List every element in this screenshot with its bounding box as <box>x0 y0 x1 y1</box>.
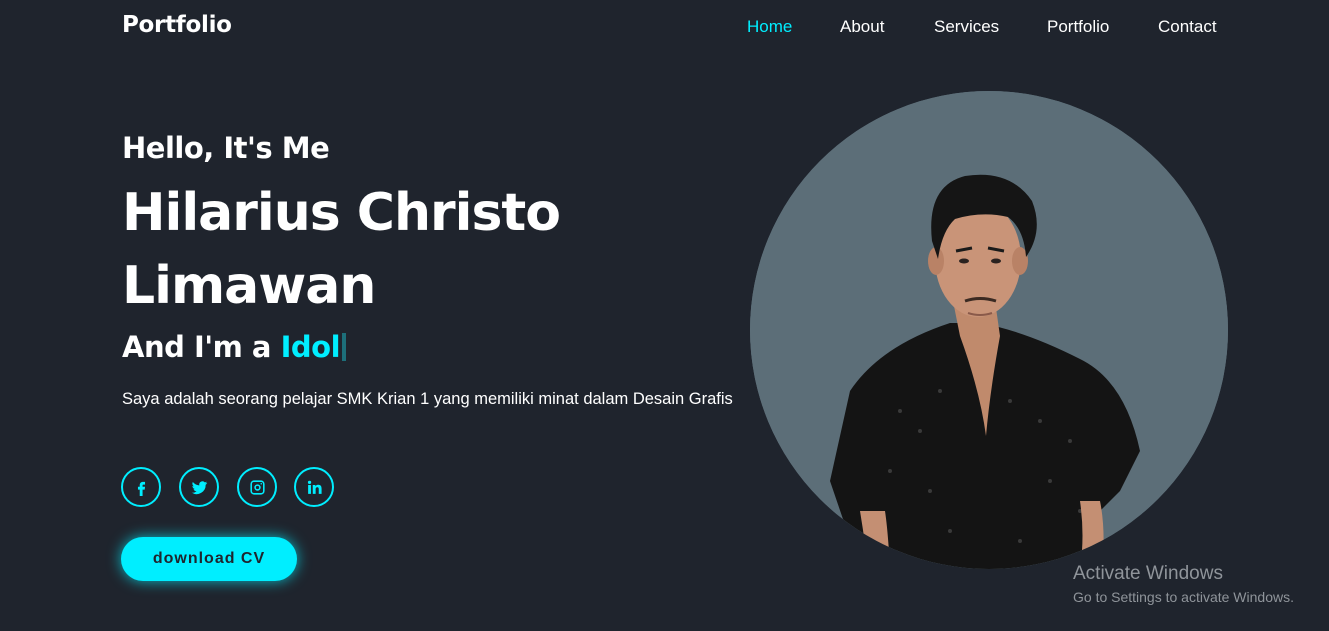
role-highlight: Idol <box>280 330 341 364</box>
header: Portfolio Home About Services Portfolio … <box>0 0 1329 54</box>
linkedin-link[interactable] <box>294 467 334 507</box>
linkedin-icon <box>307 480 322 494</box>
nav-about[interactable]: About <box>840 17 884 37</box>
instagram-icon <box>249 479 265 495</box>
nav-contact[interactable]: Contact <box>1158 17 1217 37</box>
twitter-link[interactable] <box>179 467 219 507</box>
role-line: And I'm a Idol <box>122 327 742 367</box>
typing-cursor <box>342 333 347 361</box>
role-prefix: And I'm a <box>122 330 281 364</box>
nav-services[interactable]: Services <box>934 17 999 37</box>
nav-home[interactable]: Home <box>747 17 792 37</box>
profile-photo <box>750 91 1228 569</box>
profile-illustration <box>750 91 1228 569</box>
watermark-title: Activate Windows <box>1073 563 1223 584</box>
portfolio-page: Portfolio Home About Services Portfolio … <box>0 0 1329 631</box>
home-content: Hello, It's Me Hilarius Christo Limawan … <box>122 128 742 412</box>
facebook-icon <box>137 481 145 496</box>
greeting: Hello, It's Me <box>122 131 330 165</box>
windows-activation-watermark: Activate Windows Go to Settings to activ… <box>1073 563 1294 607</box>
nav-portfolio[interactable]: Portfolio <box>1047 17 1109 37</box>
twitter-icon <box>191 480 207 494</box>
download-cv-button[interactable]: download CV <box>121 537 297 581</box>
navbar: Home About Services Portfolio Contact <box>0 17 1329 39</box>
description: Saya adalah seorang pelajar SMK Krian 1 … <box>122 390 733 408</box>
hero-name: Hilarius Christo Limawan <box>122 183 561 316</box>
watermark-subtitle: Go to Settings to activate Windows. <box>1073 589 1294 605</box>
instagram-link[interactable] <box>237 467 277 507</box>
facebook-link[interactable] <box>121 467 161 507</box>
